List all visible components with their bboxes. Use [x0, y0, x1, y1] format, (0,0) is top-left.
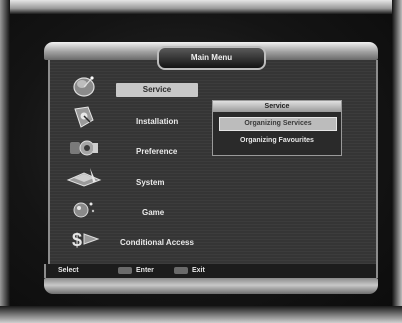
- exit-key-icon: [174, 267, 188, 274]
- game-icon: [73, 202, 95, 218]
- menu-item-installation[interactable]: Installation: [136, 115, 178, 129]
- enter-hint: Enter: [136, 267, 154, 274]
- menu-item-game[interactable]: Game: [142, 206, 164, 220]
- tv-bezel-top: [0, 0, 402, 14]
- tv-bezel-left: [0, 0, 10, 323]
- menu-frame-bottom: [44, 278, 378, 294]
- submenu-title: Service: [213, 101, 341, 112]
- menu-title: Main Menu: [157, 46, 266, 70]
- conditional-access-icon: $: [72, 230, 100, 250]
- menu-icon-column: $: [54, 60, 112, 264]
- select-hint: Select: [58, 267, 79, 274]
- system-icon: [66, 168, 102, 187]
- tv-bezel-bottom: [0, 306, 402, 323]
- svg-text:$: $: [72, 230, 82, 250]
- submenu-item-organizing-favourites[interactable]: Organizing Favourites: [219, 135, 335, 147]
- service-submenu: Service Organizing Services Organizing F…: [212, 100, 342, 156]
- preference-icon: [70, 140, 98, 156]
- menu-item-preference[interactable]: Preference: [136, 145, 177, 159]
- enter-key-icon: [118, 267, 132, 274]
- menu-item-service[interactable]: Service: [116, 83, 198, 97]
- tv-screen: Main Menu $ Service Installation Prefere…: [0, 0, 402, 323]
- installation-icon: [74, 106, 94, 128]
- tv-bezel-right: [392, 0, 402, 323]
- main-menu-window: Main Menu $ Service Installation Prefere…: [44, 42, 378, 294]
- exit-hint: Exit: [192, 267, 205, 274]
- menu-footer: Select Enter Exit: [44, 264, 378, 278]
- menu-item-conditional-access[interactable]: Conditional Access: [120, 236, 194, 250]
- submenu-item-organizing-services[interactable]: Organizing Services: [219, 117, 337, 131]
- satellite-dish-icon: [73, 76, 95, 97]
- menu-item-system[interactable]: System: [136, 176, 164, 190]
